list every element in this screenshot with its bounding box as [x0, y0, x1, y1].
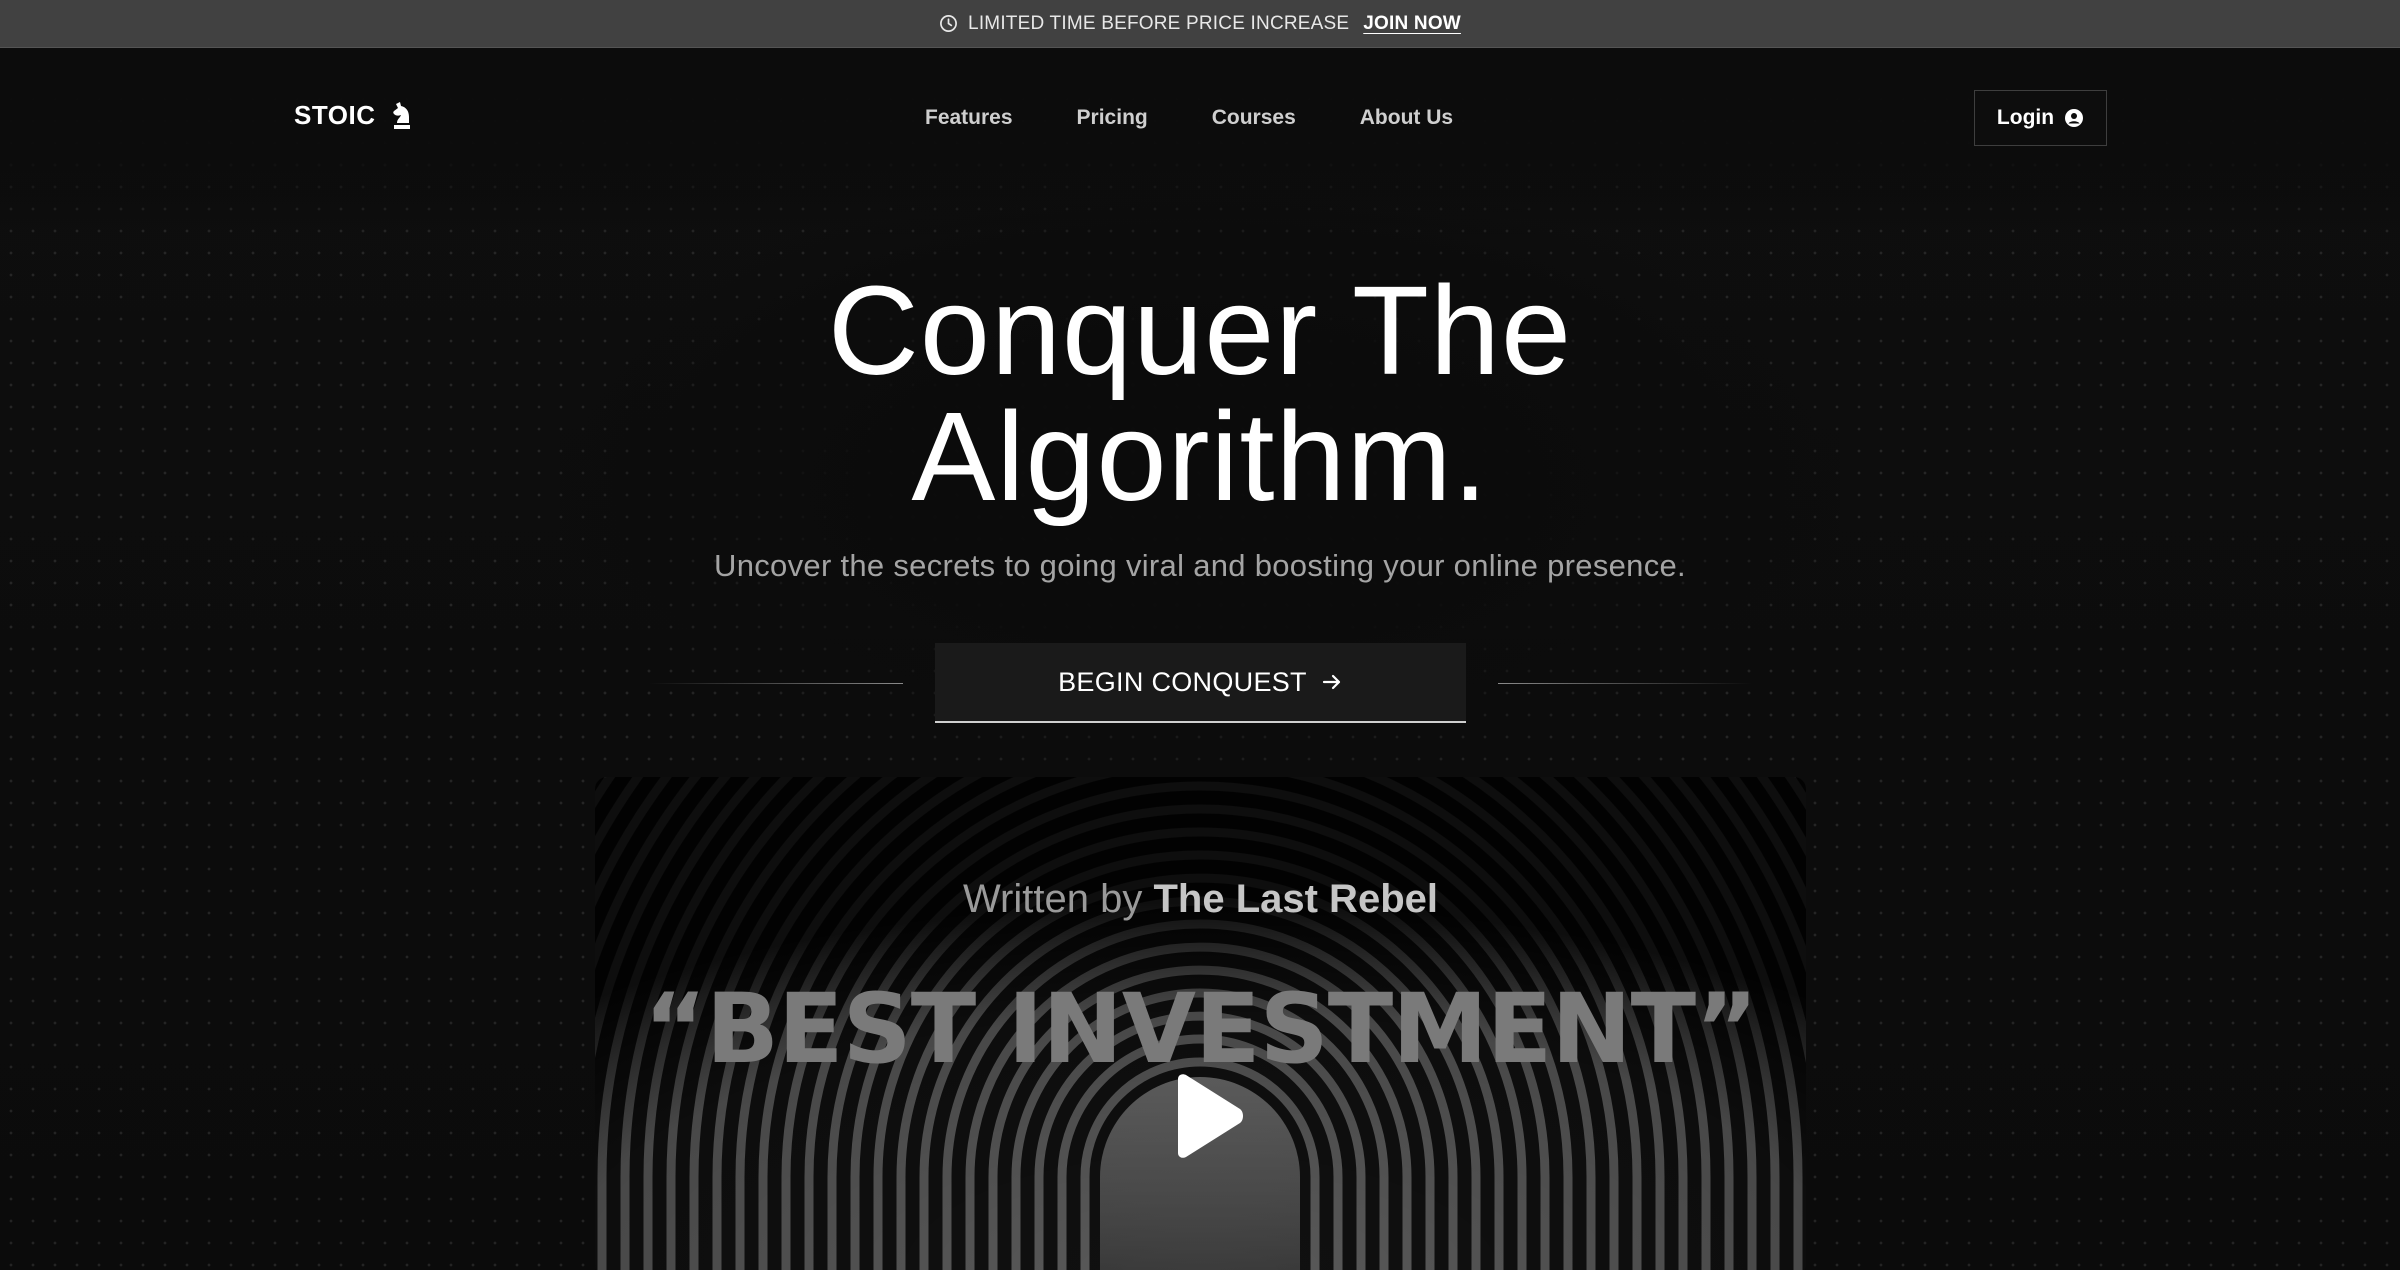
user-circle-icon	[2065, 109, 2084, 127]
written-by-text: Written by The Last Rebel	[595, 877, 1806, 922]
cta-divider-left	[650, 683, 903, 684]
cta-divider-right	[1498, 683, 1751, 684]
quote-text: “BEST INVESTMENT”	[643, 973, 1758, 1085]
hero-subtitle: Uncover the secrets to going viral and b…	[714, 548, 1686, 583]
login-button[interactable]: Login	[1974, 90, 2107, 146]
hero-title-line-1: Conquer The	[827, 260, 1573, 401]
nav-links: Features Pricing Courses About Us	[925, 106, 1453, 130]
landing-page: LIMITED TIME BEFORE PRICE INCREASE JOIN …	[0, 0, 2400, 1270]
nav-pricing-link[interactable]: Pricing	[1077, 106, 1148, 130]
logo[interactable]: STOIC	[294, 100, 413, 131]
nav-about-us-link[interactable]: About Us	[1360, 106, 1453, 130]
clock-icon	[940, 15, 958, 32]
hero-title: Conquer The Algorithm.	[0, 268, 2400, 520]
written-prefix: Written by	[963, 877, 1143, 921]
nav-features-link[interactable]: Features	[925, 106, 1013, 130]
hero-title-line-2: Algorithm.	[911, 386, 1489, 527]
announcement-text: LIMITED TIME BEFORE PRICE INCREASE	[968, 12, 1350, 34]
video-preview[interactable]: Written by The Last Rebel “BEST INVESTME…	[595, 777, 1806, 1270]
login-label: Login	[1996, 106, 2055, 129]
cta-label: BEGIN CONQUEST	[1058, 666, 1307, 697]
logo-text: STOIC	[294, 100, 376, 130]
announcement-bar: LIMITED TIME BEFORE PRICE INCREASE JOIN …	[0, 0, 2400, 48]
author-name: The Last Rebel	[1153, 877, 1438, 921]
nav-courses-link[interactable]: Courses	[1212, 106, 1296, 130]
cta-row: BEGIN CONQUEST	[0, 643, 2400, 723]
play-icon[interactable]	[1168, 1073, 1246, 1159]
top-navigation: STOIC Features Pricing Courses About Us …	[0, 48, 2400, 188]
arrow-right-icon	[1322, 674, 1340, 690]
begin-conquest-button[interactable]: BEGIN CONQUEST	[935, 643, 1466, 723]
chess-knight-icon	[393, 101, 411, 129]
join-now-link[interactable]: JOIN NOW	[1363, 13, 1461, 35]
